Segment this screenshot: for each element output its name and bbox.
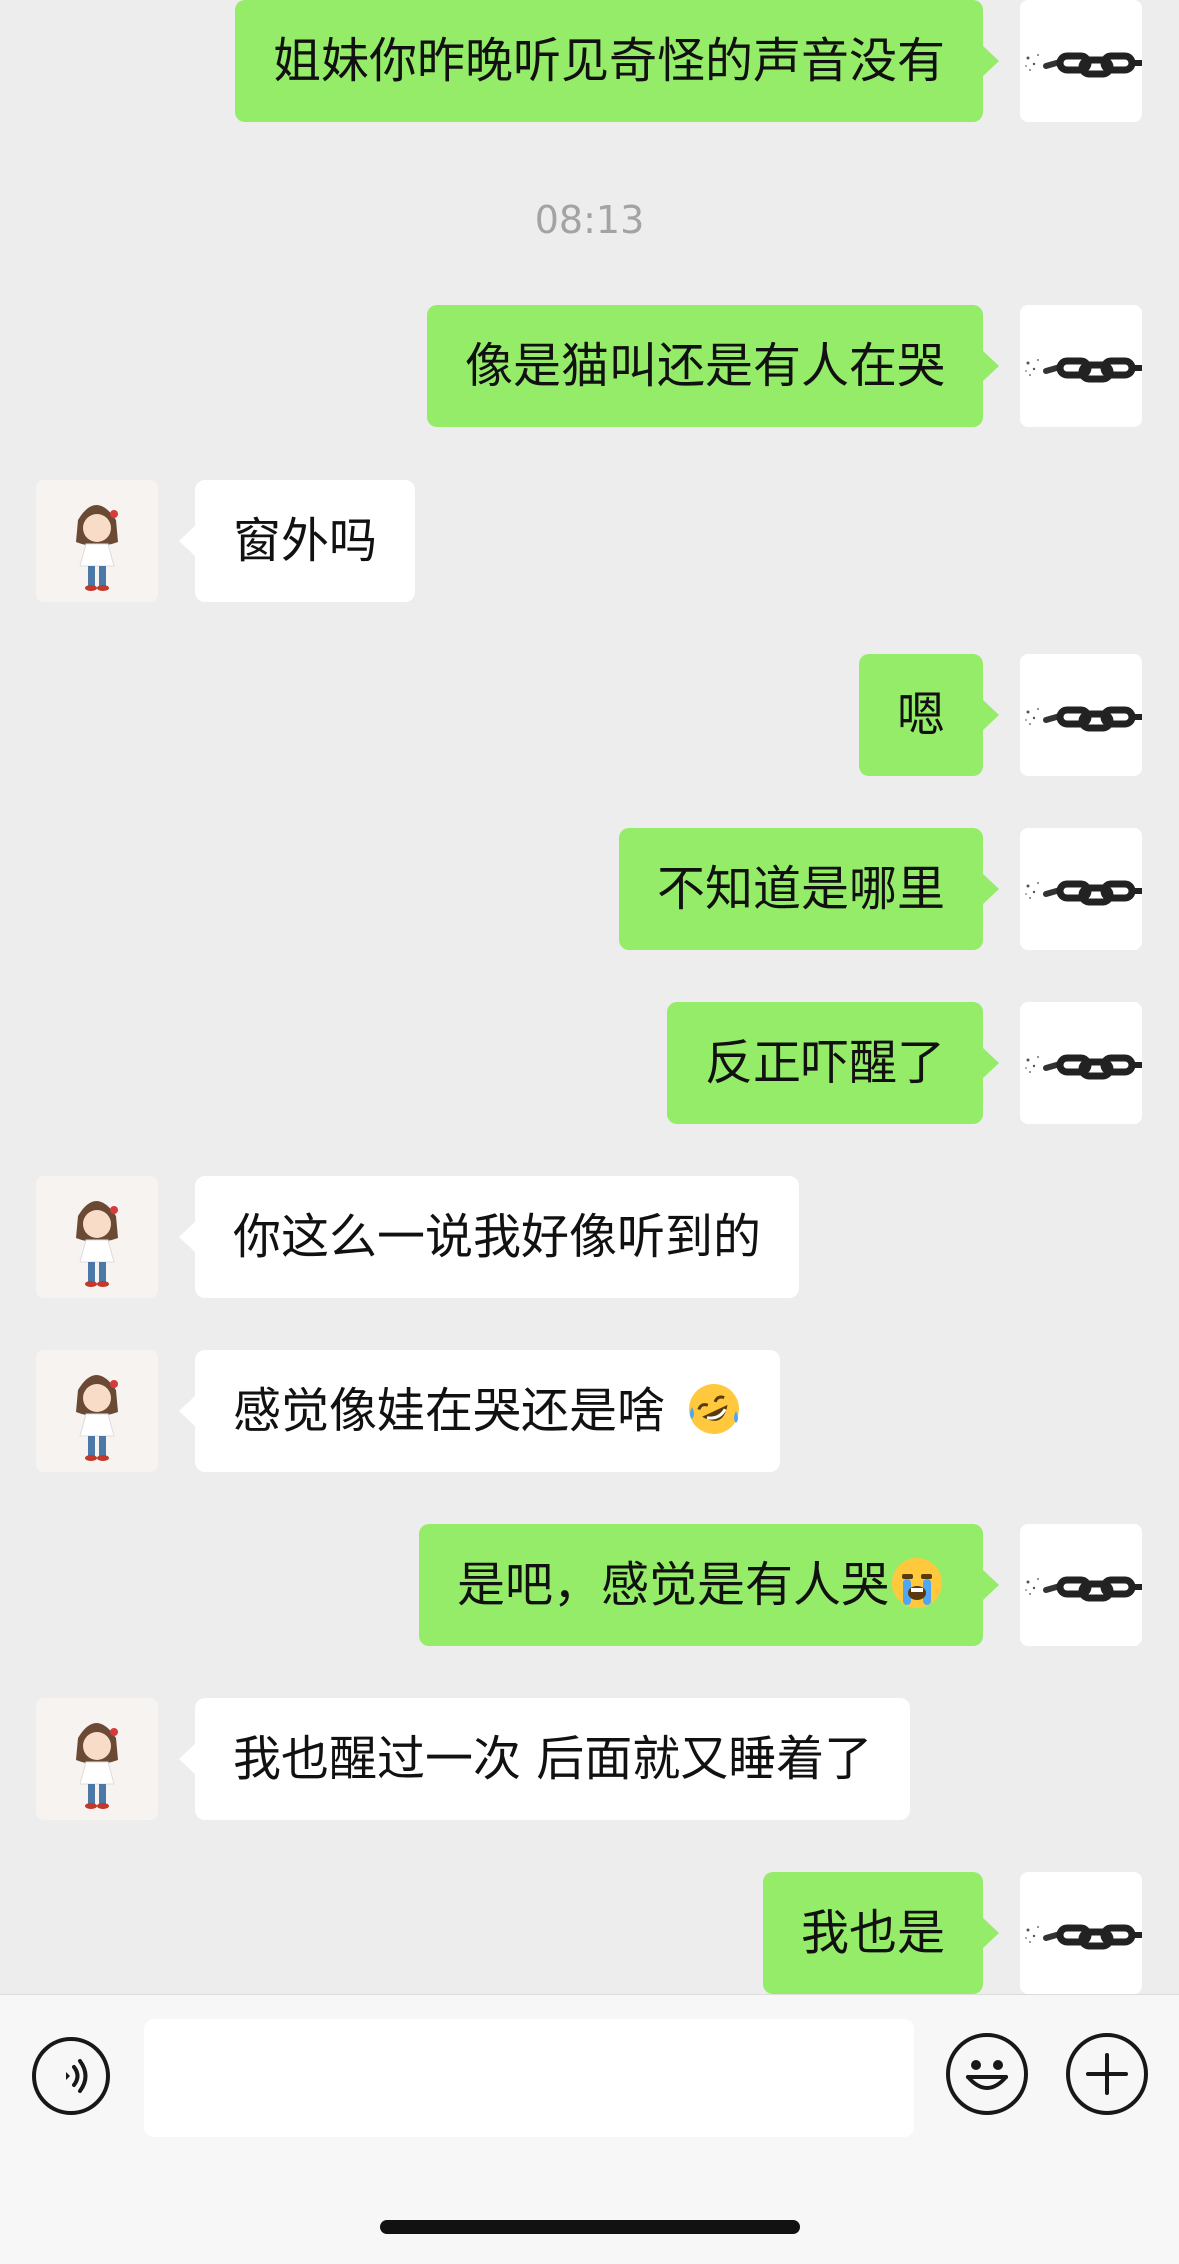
voice-button[interactable]	[32, 2037, 110, 2115]
cartoon-girl-icon	[36, 1350, 158, 1472]
chain-link-icon	[1025, 1924, 1142, 1950]
contact-avatar[interactable]	[36, 1698, 158, 1820]
my-avatar[interactable]	[1020, 1872, 1142, 1994]
message-row-received: 我也醒过一次 后面就又睡着了	[0, 1698, 1179, 1820]
my-avatar[interactable]	[1020, 1524, 1142, 1646]
message-bubble-received[interactable]: 我也醒过一次 后面就又睡着了	[178, 1698, 911, 1820]
chain-link-icon	[1025, 52, 1142, 78]
emoji-face-icon	[966, 2060, 1008, 2090]
cartoon-girl-icon	[36, 1176, 158, 1298]
contact-avatar[interactable]	[36, 1176, 158, 1298]
message-input[interactable]	[144, 2019, 914, 2137]
message-row-sent: 是吧，感觉是有人哭	[0, 1524, 1179, 1646]
my-avatar[interactable]	[1020, 654, 1142, 776]
message-bubble-sent[interactable]: 像是猫叫还是有人在哭	[426, 305, 1000, 427]
chain-link-icon	[1025, 880, 1142, 906]
message-row-sent: 我也是	[0, 1872, 1179, 1994]
message-row-sent: 姐妹你昨晚听见奇怪的声音没有	[0, 0, 1179, 122]
my-avatar[interactable]	[1020, 1002, 1142, 1124]
chat-message-list[interactable]: 姐妹你昨晚听见奇怪的声音没有 08:13 像是猫叫还是有人在哭 窗外吗 嗯 不知…	[0, 0, 1179, 1994]
chat-input-bar	[0, 1994, 1179, 2264]
message-bubble-sent[interactable]: 反正吓醒了	[666, 1002, 1000, 1124]
my-avatar[interactable]	[1020, 305, 1142, 427]
message-row-sent: 嗯	[0, 654, 1179, 776]
contact-avatar[interactable]	[36, 480, 158, 602]
message-row-received: 你这么一说我好像听到的	[0, 1176, 1179, 1298]
my-avatar[interactable]	[1020, 828, 1142, 950]
message-text: 是吧，感觉是有人哭	[456, 1557, 889, 1613]
message-bubble-received[interactable]: 窗外吗	[178, 480, 416, 602]
cartoon-girl-icon	[36, 1698, 158, 1820]
more-options-button[interactable]	[1066, 2033, 1148, 2115]
rolling-laughing-emoji-icon	[686, 1381, 742, 1437]
message-bubble-received[interactable]: 感觉像娃在哭还是啥	[178, 1350, 781, 1472]
plus-icon	[1086, 2053, 1128, 2095]
cartoon-girl-icon	[36, 480, 158, 602]
message-text: 感觉像娃在哭还是啥	[233, 1383, 666, 1439]
emoji-button[interactable]	[946, 2033, 1028, 2115]
message-row-sent: 像是猫叫还是有人在哭	[0, 305, 1179, 427]
message-row-received: 窗外吗	[0, 480, 1179, 602]
message-timestamp: 08:13	[534, 198, 645, 242]
message-row-sent: 不知道是哪里	[0, 828, 1179, 950]
chain-link-icon	[1025, 357, 1142, 383]
voice-icon	[66, 2059, 88, 2093]
message-bubble-sent[interactable]: 是吧，感觉是有人哭	[418, 1524, 1000, 1646]
message-row-sent: 反正吓醒了	[0, 1002, 1179, 1124]
message-bubble-received[interactable]: 你这么一说我好像听到的	[178, 1176, 800, 1298]
message-bubble-sent[interactable]: 不知道是哪里	[618, 828, 1000, 950]
crying-emoji-icon	[889, 1555, 945, 1611]
message-bubble-sent[interactable]: 我也是	[762, 1872, 1000, 1994]
my-avatar[interactable]	[1020, 0, 1142, 122]
message-bubble-sent[interactable]: 姐妹你昨晚听见奇怪的声音没有	[234, 0, 1000, 122]
contact-avatar[interactable]	[36, 1350, 158, 1472]
chain-link-icon	[1025, 1054, 1142, 1080]
chain-link-icon	[1025, 706, 1142, 732]
message-bubble-sent[interactable]: 嗯	[858, 654, 1000, 776]
chain-link-icon	[1025, 1576, 1142, 1602]
message-row-received: 感觉像娃在哭还是啥	[0, 1350, 1179, 1472]
home-indicator[interactable]	[380, 2220, 800, 2234]
